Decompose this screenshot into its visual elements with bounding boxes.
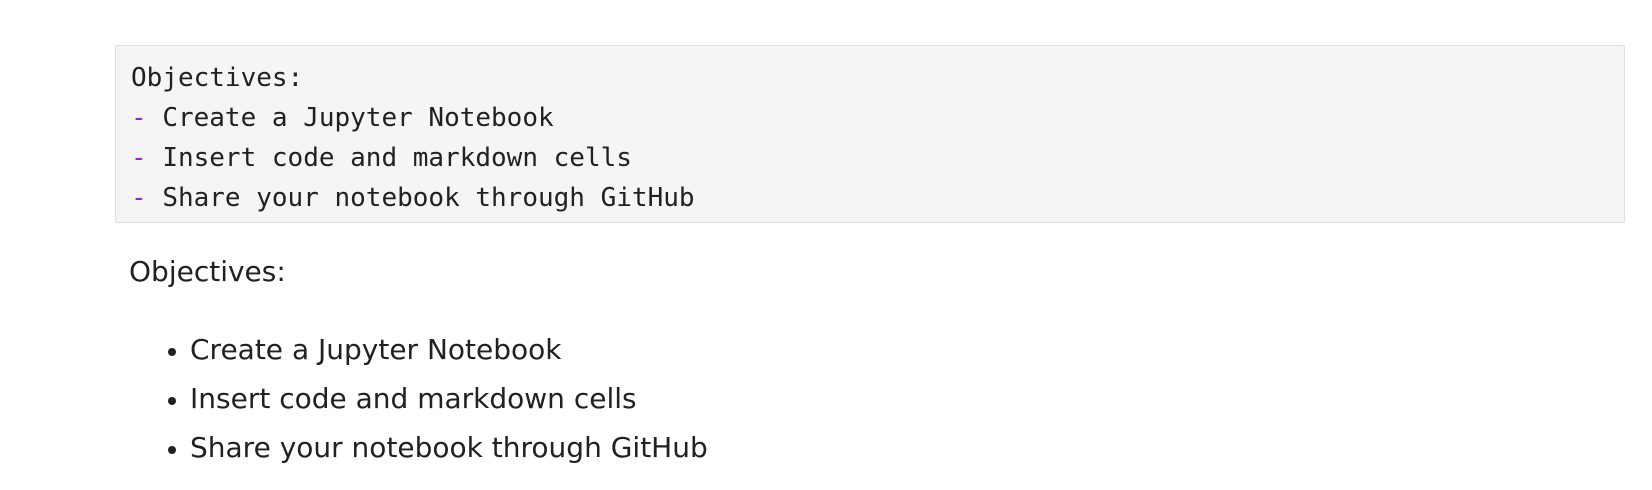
list-item: Insert code and markdown cells (190, 379, 1629, 419)
list-marker: - (131, 183, 147, 213)
list-marker: - (131, 103, 147, 133)
source-heading-line: Objectives: (131, 63, 304, 93)
source-list-item: - Create a Jupyter Notebook (131, 98, 1610, 138)
source-list-item-text: Create a Jupyter Notebook (162, 103, 554, 133)
source-list-item: - Insert code and markdown cells (131, 138, 1610, 178)
source-list-item-text: Share your notebook through GitHub (162, 183, 695, 213)
markdown-source-cell[interactable]: Objectives: - Create a Jupyter Notebook … (115, 45, 1625, 223)
list-marker: - (131, 143, 147, 173)
source-list-item: - Share your notebook through GitHub (131, 178, 1610, 218)
rendered-markdown-output: Objectives: Create a Jupyter Notebook In… (129, 252, 1629, 477)
source-list-item-text: Insert code and markdown cells (162, 143, 632, 173)
rendered-bullet-list: Create a Jupyter Notebook Insert code an… (129, 330, 1629, 468)
rendered-heading: Objectives: (129, 255, 286, 288)
list-item: Share your notebook through GitHub (190, 428, 1629, 468)
list-item: Create a Jupyter Notebook (190, 330, 1629, 370)
